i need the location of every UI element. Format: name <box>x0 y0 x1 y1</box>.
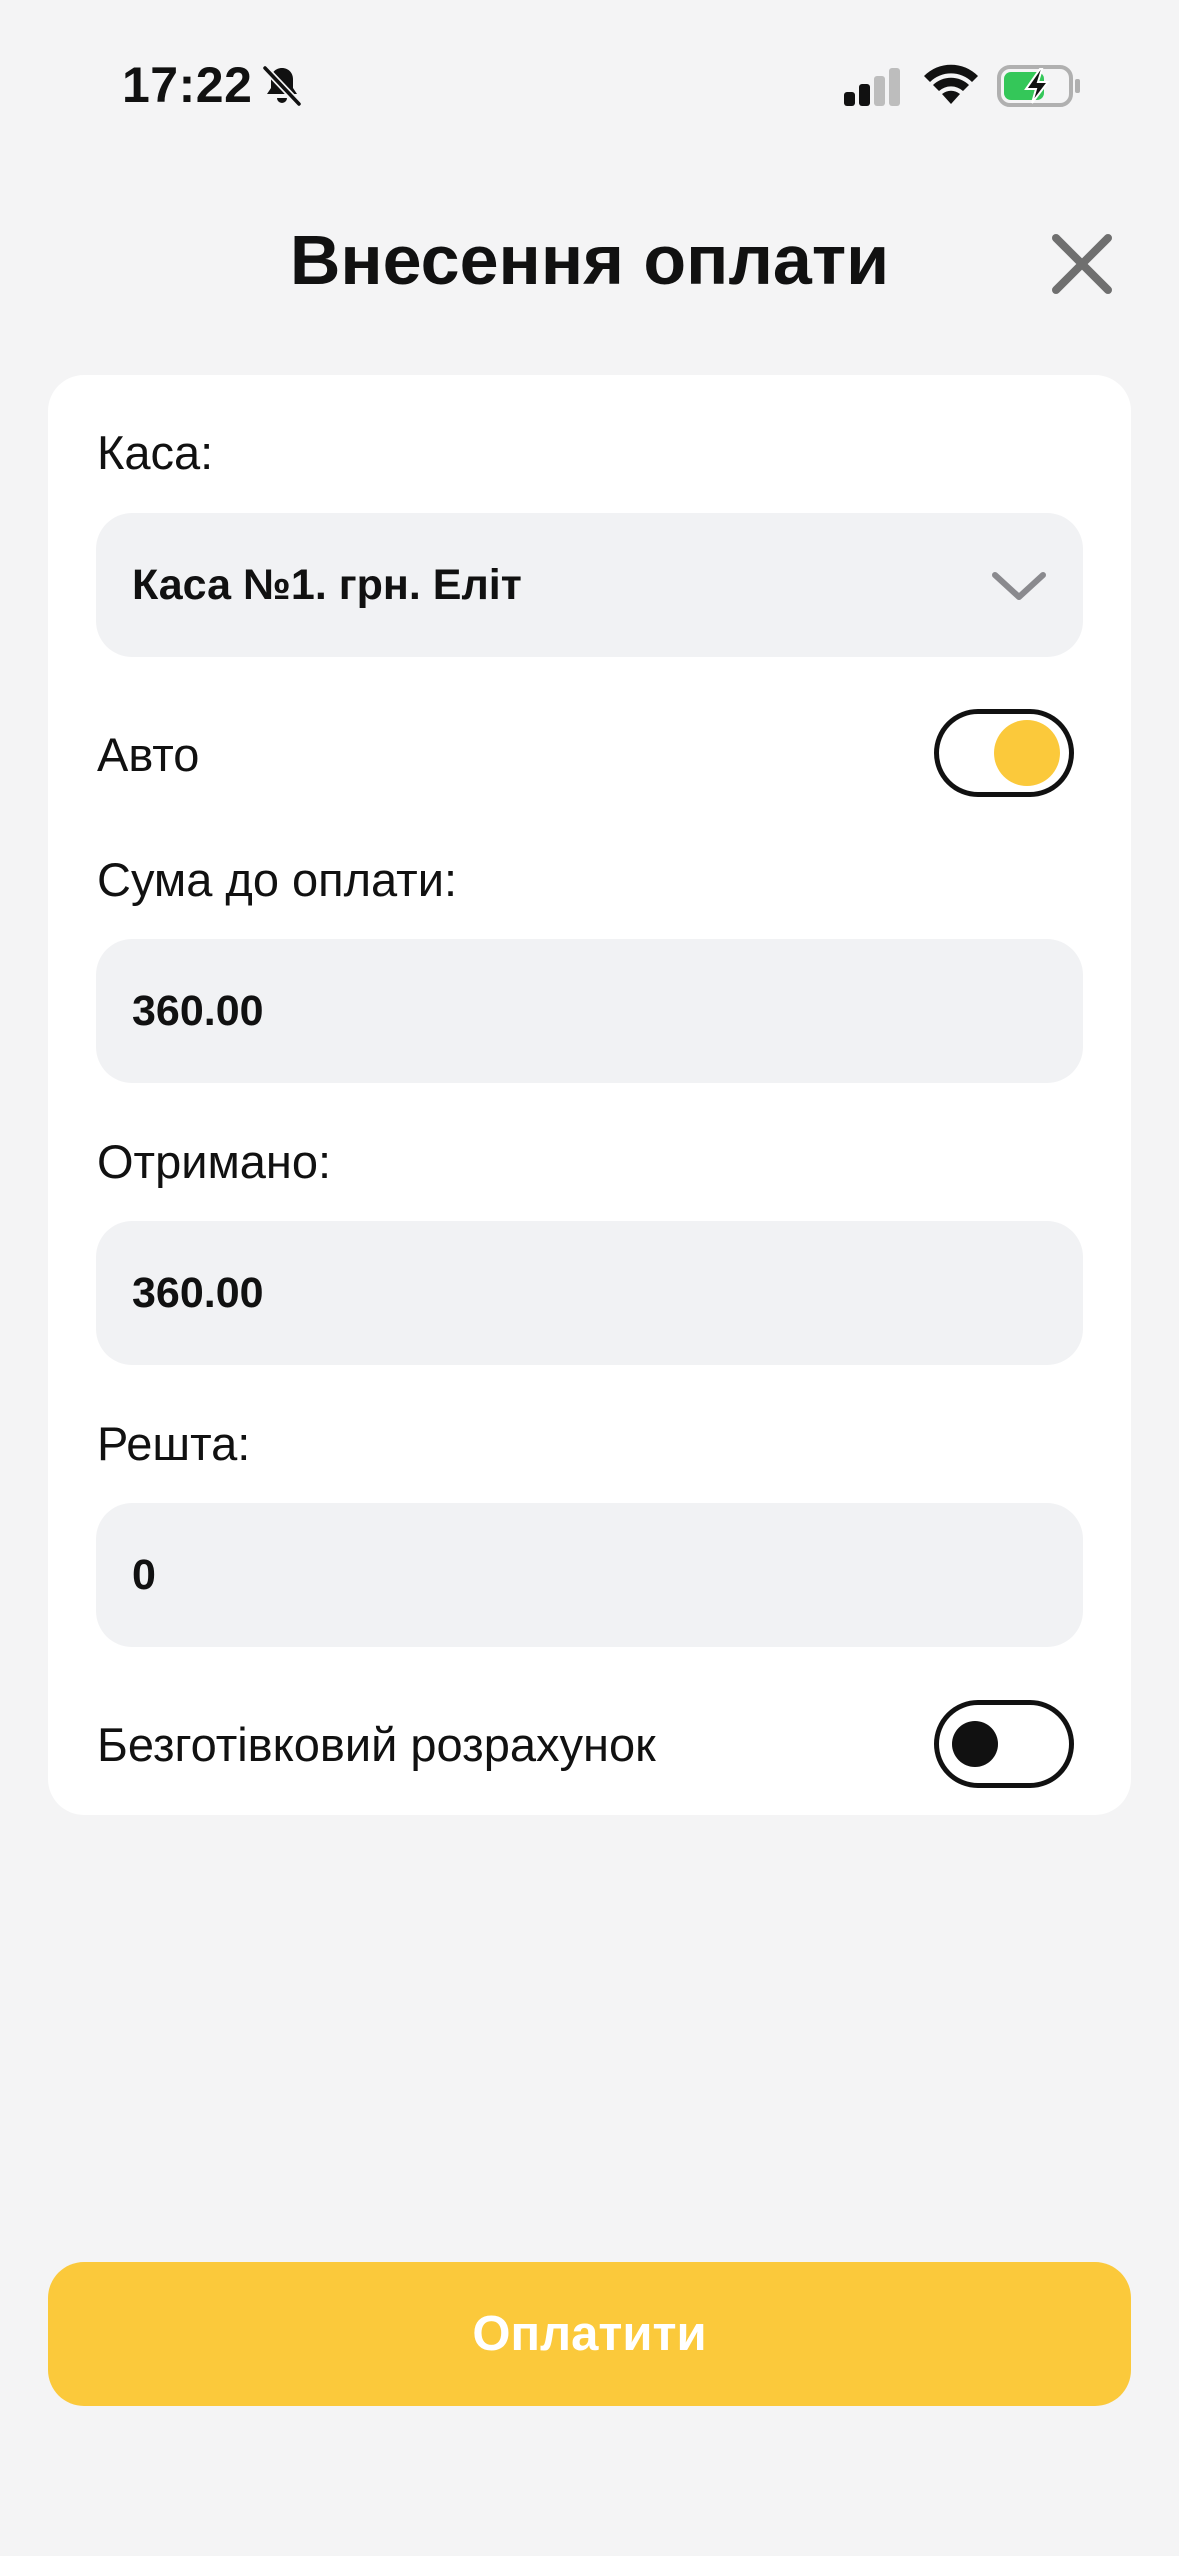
cash-register-label: Каса: <box>97 426 214 479</box>
wifi-icon <box>924 64 978 104</box>
amount-due-label: Сума до оплати: <box>97 853 458 906</box>
change-input[interactable] <box>132 1550 1083 1600</box>
cash-register-select[interactable]: Каса №1. грн. Еліт <box>96 513 1083 657</box>
cashless-toggle[interactable] <box>934 1700 1074 1788</box>
received-field[interactable] <box>96 1221 1083 1365</box>
received-label: Отримано: <box>97 1135 332 1188</box>
auto-label: Авто <box>97 728 200 781</box>
pay-button[interactable]: Оплатити <box>48 2262 1131 2406</box>
battery-charging-icon <box>997 65 1080 107</box>
cashless-label: Безготівковий розрахунок <box>97 1718 656 1771</box>
bell-slash-icon <box>262 65 302 107</box>
status-time: 17:22 <box>122 57 253 113</box>
cash-register-value: Каса №1. грн. Еліт <box>132 560 522 609</box>
status-bar: 17:22 <box>0 0 1179 170</box>
amount-due-input[interactable] <box>132 986 1083 1036</box>
amount-due-field[interactable] <box>96 939 1083 1083</box>
cashless-toggle-knob <box>952 1721 998 1767</box>
page-title: Внесення оплати <box>289 221 890 299</box>
cellular-signal-icon <box>844 68 900 106</box>
change-label: Решта: <box>97 1417 251 1470</box>
chevron-down-icon <box>992 572 1046 600</box>
close-icon[interactable] <box>1046 228 1118 300</box>
auto-toggle-knob <box>994 720 1060 786</box>
change-field[interactable] <box>96 1503 1083 1647</box>
auto-toggle[interactable] <box>934 709 1074 797</box>
received-input[interactable] <box>132 1268 1083 1318</box>
